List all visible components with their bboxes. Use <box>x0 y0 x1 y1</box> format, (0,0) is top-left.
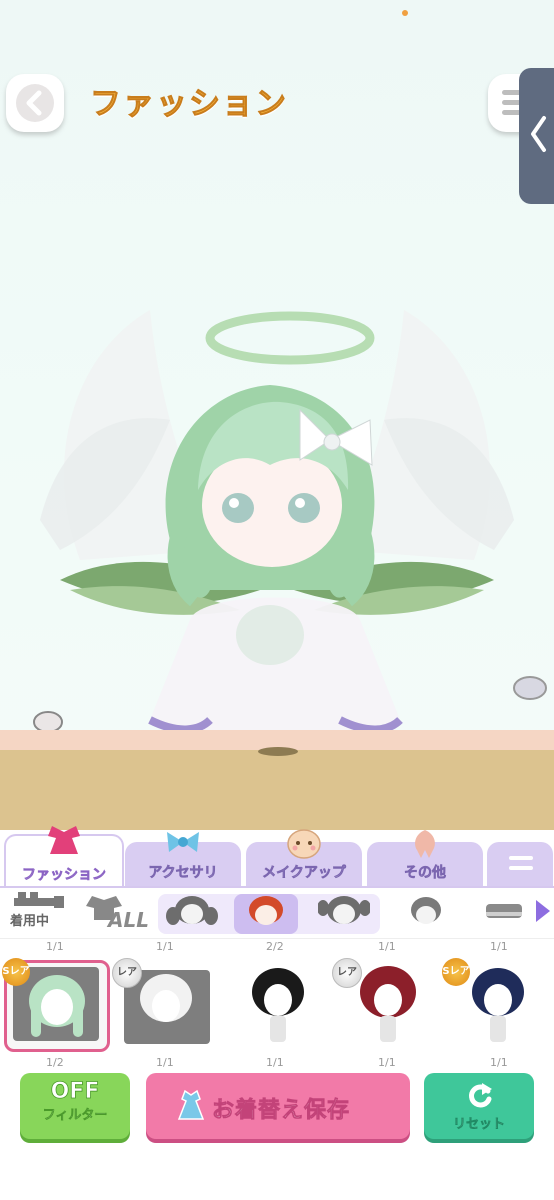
item-count-top: 1/1 <box>490 940 508 953</box>
subcategory-next-arrow[interactable] <box>536 900 550 922</box>
filter-button[interactable]: OFF フィルター <box>20 1073 130 1139</box>
character-stage: ファッション <box>0 0 554 830</box>
ribbon-icon <box>167 832 199 852</box>
rarity-badge: レア <box>112 958 142 988</box>
page-title: ファッション <box>90 86 288 123</box>
reset-button[interactable]: リセット <box>424 1073 534 1139</box>
tab-makeup[interactable]: メイクアップ <box>246 829 362 886</box>
tab-more[interactable] <box>487 842 553 886</box>
reset-label: リセット <box>452 1117 506 1133</box>
tab-other-label: その他 <box>404 865 447 882</box>
tab-accessory[interactable]: アクセサリ <box>125 832 241 886</box>
back-button[interactable] <box>6 74 64 132</box>
character-avatar <box>33 310 547 735</box>
tab-other[interactable]: その他 <box>367 830 483 886</box>
rarity-badge: Sレア <box>442 958 470 986</box>
subcategory-wearing[interactable]: 着用中 <box>10 910 49 929</box>
tab-accessory-label: アクセサリ <box>148 865 218 882</box>
rarity-badge: Sレア <box>2 958 30 986</box>
hair-item-image <box>360 966 416 1042</box>
hair-item-image <box>472 968 524 1042</box>
hair-pigtail-icon[interactable] <box>318 894 370 930</box>
tab-fashion-label: ファッション <box>22 867 107 884</box>
tab-fashion[interactable]: ファッション <box>4 826 124 888</box>
filter-label: フィルター <box>42 1108 108 1124</box>
side-panel-toggle[interactable] <box>519 68 554 204</box>
item-count-top: 1/1 <box>378 940 396 953</box>
rarity-badge: レア <box>332 958 362 988</box>
save-outfit-button[interactable]: お着替え保存 <box>146 1073 410 1139</box>
hat-icon[interactable] <box>482 896 528 926</box>
hair-item-image <box>140 974 192 1022</box>
notification-dot <box>402 10 408 16</box>
chevron-left-icon <box>531 116 546 152</box>
dress-icon <box>48 826 80 854</box>
squid-icon <box>415 830 435 858</box>
item-hair-3[interactable] <box>230 964 324 1048</box>
filter-state: OFF <box>50 1079 100 1105</box>
item-count-top: 1/1 <box>46 940 64 953</box>
hair-item-image <box>29 975 85 1037</box>
item-count-top: 2/2 <box>266 940 284 953</box>
tab-makeup-label: メイクアップ <box>262 865 346 882</box>
refresh-icon <box>469 1083 492 1108</box>
dress-icon <box>177 1089 205 1120</box>
face-icon <box>287 829 321 859</box>
hair-short-icon[interactable] <box>240 894 292 930</box>
character-shadow <box>258 747 298 756</box>
chevron-left-icon <box>26 90 42 116</box>
save-outfit-label: お着替え保存 <box>212 1098 351 1124</box>
menu-icon <box>509 856 533 860</box>
item-count-top: 1/1 <box>156 940 174 953</box>
hair-twin-icon[interactable] <box>166 894 218 930</box>
hair-item-image <box>252 968 304 1042</box>
hair-bun-icon[interactable] <box>402 894 450 930</box>
subcategory-all[interactable]: ALL <box>108 908 149 932</box>
floor <box>0 750 554 830</box>
